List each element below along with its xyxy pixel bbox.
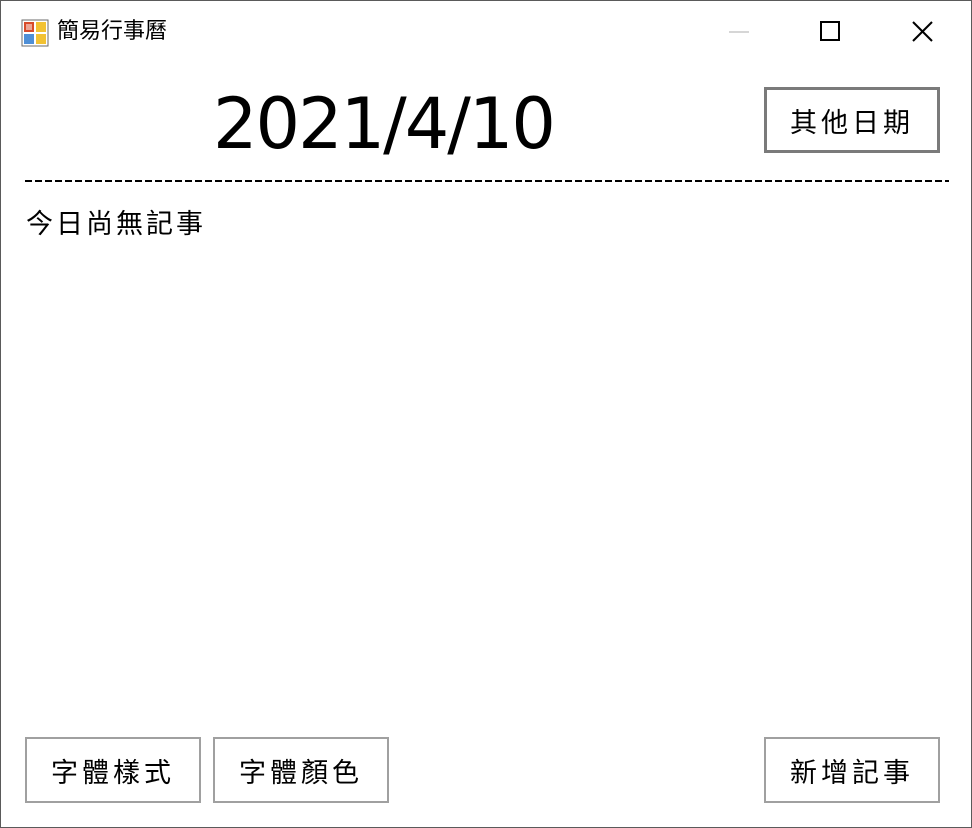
minimize-button[interactable] [695, 1, 785, 61]
current-date-label: 2021/4/10 [213, 83, 556, 165]
other-date-button[interactable]: 其他日期 [764, 87, 940, 153]
window-title: 簡易行事曆 [57, 19, 168, 44]
font-color-button[interactable]: 字體顏色 [213, 737, 389, 803]
notes-empty-text: 今日尚無記事 [26, 209, 206, 240]
add-note-button[interactable]: 新增記事 [764, 737, 940, 803]
app-window: 簡易行事曆 2021/4/10 其他日期 今日尚無記事 字體樣式 字體顏色 新增… [0, 0, 972, 828]
maximize-icon [820, 21, 840, 41]
close-icon [912, 21, 933, 42]
minimize-icon [729, 31, 749, 33]
close-button[interactable] [875, 1, 965, 61]
font-style-button[interactable]: 字體樣式 [25, 737, 201, 803]
title-bar[interactable]: 簡易行事曆 [1, 1, 971, 61]
maximize-button[interactable] [785, 1, 875, 61]
app-icon [21, 19, 49, 47]
dashed-separator [25, 180, 949, 182]
